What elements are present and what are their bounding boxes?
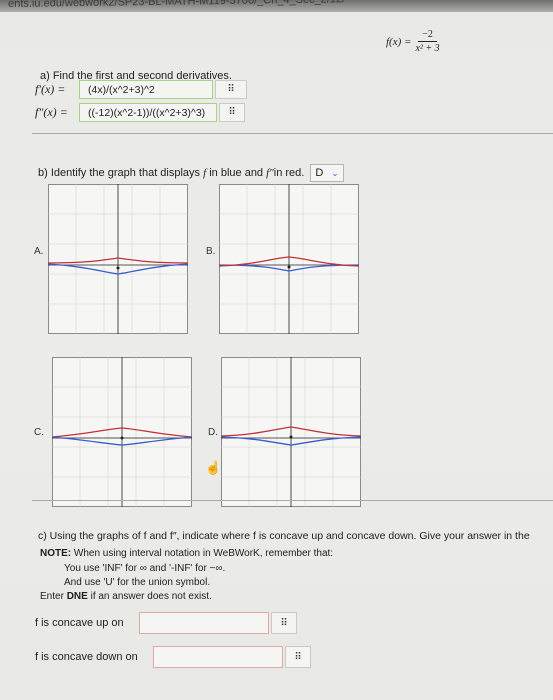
function-fraction: −2 x² + 3 [415, 28, 439, 55]
divider [32, 500, 553, 501]
note-inf: You use 'INF' for ∞ and '-INF' for −∞. [64, 563, 226, 574]
keyboard-icon[interactable]: ⠿ [215, 80, 247, 99]
part-b-text-3: in red. [273, 167, 305, 179]
concave-down-input[interactable] [153, 646, 283, 668]
note-dne-bold: DNE [66, 591, 88, 602]
concave-up-input[interactable] [139, 612, 269, 634]
second-derivative-label: f″(x) = [35, 105, 68, 119]
first-derivative-input[interactable]: (4x)/(x^2+3)^2 [79, 80, 213, 99]
first-derivative-label: f′(x) = [35, 82, 66, 96]
chevron-down-icon: ⌄ [331, 167, 339, 178]
part-b-text-2: in blue and [206, 167, 267, 179]
url-text: ents.iu.edu/webwork2/SP23-BL-MATH-M119-5… [8, 0, 346, 10]
second-derivative-input[interactable]: ((-12)(x^2-1))/((x^2+3)^3) [79, 103, 217, 122]
concave-up-label: f is concave up on [35, 617, 124, 629]
function-numerator: −2 [418, 28, 437, 42]
part-b-f2: f″ [266, 167, 274, 179]
pointer-hand-icon: ☝ [205, 460, 222, 475]
concave-up-row: f is concave up on ⠿ [35, 612, 297, 634]
function-definition: f(x) = −2 x² + 3 [386, 28, 440, 55]
graph-d[interactable] [221, 357, 361, 507]
note-dne-post: if an answer does not exist. [87, 591, 212, 602]
graph-b-label: B. [206, 246, 216, 257]
note-union: And use 'U' for the union symbol. [64, 577, 211, 588]
graph-a[interactable] [48, 184, 188, 334]
concave-down-row: f is concave down on ⠿ [35, 646, 311, 668]
note-label: NOTE: [40, 548, 72, 559]
second-derivative-row: f″(x) = ((-12)(x^2-1))/((x^2+3)^3) ⠿ [35, 103, 245, 122]
keyboard-icon[interactable]: ⠿ [219, 103, 245, 122]
part-c-prompt: c) Using the graphs of f and f″, indicat… [38, 530, 530, 542]
problem-page: f(x) = −2 x² + 3 a) Find the first and s… [0, 12, 553, 700]
note-text: When using interval notation in WeBWorK,… [71, 548, 334, 559]
keyboard-icon[interactable]: ⠿ [271, 612, 297, 634]
concave-down-label: f is concave down on [35, 651, 138, 663]
keyboard-icon[interactable]: ⠿ [285, 646, 311, 668]
graph-c[interactable] [52, 357, 192, 507]
function-lhs: f(x) = [386, 35, 412, 48]
divider [32, 133, 553, 134]
first-derivative-row: f′(x) = (4x)/(x^2+3)^2 ⠿ [35, 80, 247, 99]
part-b-text-1: b) Identify the graph that displays [38, 167, 204, 179]
graph-c-label: C. [34, 427, 44, 438]
note-dne: Enter DNE if an answer does not exist. [40, 591, 212, 602]
part-b-prompt: b) Identify the graph that displays f in… [38, 164, 344, 182]
graph-b[interactable] [219, 184, 359, 334]
graph-a-label: A. [34, 246, 44, 257]
function-denominator: x² + 3 [415, 43, 440, 54]
note-dne-pre: Enter [40, 591, 67, 602]
graph-select[interactable]: D ⌄ [310, 164, 344, 182]
graph-d-label: D. [208, 427, 218, 438]
graph-select-value: D [315, 167, 324, 179]
note-line: NOTE: When using interval notation in We… [40, 548, 333, 559]
